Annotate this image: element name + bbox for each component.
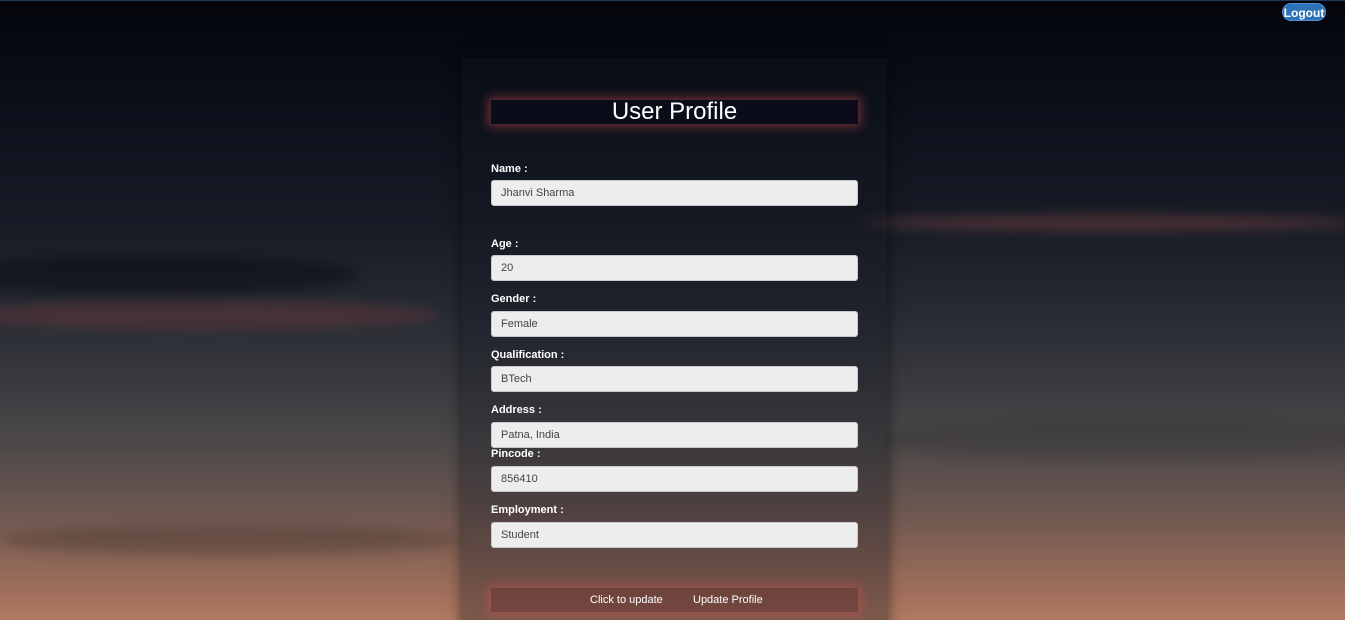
employment-label: Employment : — [491, 504, 564, 516]
update-hint: Click to update — [590, 594, 663, 606]
background-cloud — [0, 300, 440, 330]
profile-card: User Profile Name : Age : Gender : Quali… — [462, 58, 887, 620]
logout-button[interactable]: Logout — [1282, 3, 1326, 21]
background-cloud — [0, 255, 360, 295]
page-title: User Profile — [491, 100, 858, 124]
background-cloud — [860, 215, 1345, 231]
qualification-label: Qualification : — [491, 349, 565, 361]
name-label: Name : — [491, 163, 528, 175]
address-label: Address : — [491, 404, 542, 416]
gender-label: Gender : — [491, 293, 537, 305]
employment-field[interactable] — [491, 522, 858, 548]
address-field[interactable] — [491, 422, 858, 448]
background-cloud — [0, 525, 460, 555]
pincode-label: Pincode : — [491, 448, 541, 460]
gender-field[interactable] — [491, 311, 858, 337]
pincode-field[interactable] — [491, 466, 858, 492]
top-border — [0, 0, 1345, 1]
age-label: Age : — [491, 238, 519, 250]
qualification-field[interactable] — [491, 366, 858, 392]
background-cloud — [880, 420, 1345, 460]
update-action-bar: Click to update Update Profile — [491, 588, 858, 612]
age-field[interactable] — [491, 255, 858, 281]
name-field[interactable] — [491, 180, 858, 206]
update-profile-button[interactable]: Update Profile — [693, 594, 763, 606]
